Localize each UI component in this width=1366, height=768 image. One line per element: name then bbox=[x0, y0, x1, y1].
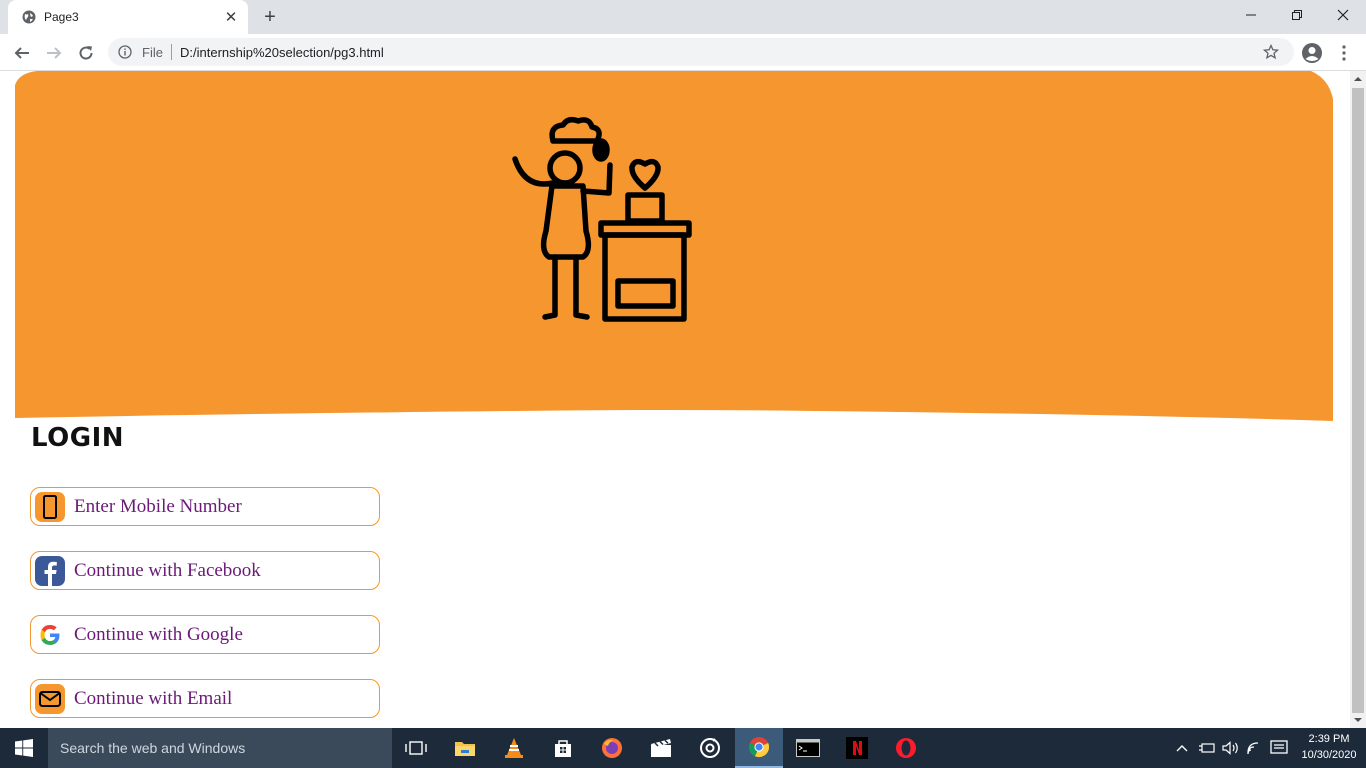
google-icon bbox=[40, 625, 60, 645]
windows-taskbar: Search the web and Windows 2:39 PM 10/30… bbox=[0, 728, 1366, 768]
task-view-button[interactable] bbox=[392, 728, 440, 768]
reload-button[interactable] bbox=[74, 41, 98, 65]
taskbar-clock[interactable]: 2:39 PM 10/30/2020 bbox=[1294, 731, 1364, 763]
facebook-login-button[interactable]: Continue with Facebook bbox=[30, 551, 380, 590]
reload-icon bbox=[79, 46, 93, 60]
netflix-taskbar-button[interactable] bbox=[833, 728, 881, 768]
power-tray-button[interactable] bbox=[1196, 728, 1218, 768]
login-heading: LOGIN bbox=[31, 423, 125, 453]
windows-logo-icon bbox=[15, 739, 33, 757]
browser-menu-button[interactable] bbox=[1334, 41, 1354, 65]
info-icon[interactable] bbox=[118, 45, 132, 59]
store-bag-icon bbox=[555, 740, 571, 757]
tab-close-button[interactable]: ✕ bbox=[222, 8, 240, 26]
window-restore-button[interactable] bbox=[1274, 0, 1320, 30]
scrollbar-thumb[interactable] bbox=[1352, 88, 1364, 713]
chevron-up-icon bbox=[1176, 745, 1188, 752]
google-login-label: Continue with Google bbox=[74, 624, 243, 645]
folder-icon bbox=[455, 742, 475, 756]
network-tray-button[interactable] bbox=[1244, 728, 1266, 768]
hero-banner bbox=[15, 71, 1333, 421]
scroll-up-arrow-icon[interactable] bbox=[1350, 71, 1366, 87]
address-bar[interactable]: File D:/internship%20selection/pg3.html bbox=[108, 38, 1294, 66]
close-icon bbox=[1337, 9, 1349, 21]
speaker-icon bbox=[1222, 741, 1238, 755]
vertical-scrollbar[interactable] bbox=[1350, 71, 1366, 728]
taskbar-search-placeholder: Search the web and Windows bbox=[60, 740, 246, 756]
google-login-button[interactable]: Continue with Google bbox=[30, 615, 380, 654]
wifi-icon bbox=[1247, 742, 1259, 755]
browser-toolbar: File D:/internship%20selection/pg3.html bbox=[0, 34, 1366, 71]
groove-music-icon bbox=[700, 738, 720, 758]
browser-tab[interactable]: Page3 ✕ bbox=[8, 0, 248, 34]
vlc-cone-icon bbox=[505, 738, 523, 758]
mobile-login-button[interactable]: Enter Mobile Number bbox=[30, 487, 380, 526]
bookmark-star-icon[interactable] bbox=[1263, 44, 1279, 60]
movies-taskbar-button[interactable] bbox=[637, 728, 685, 768]
action-center-button[interactable] bbox=[1268, 728, 1290, 768]
groove-music-taskbar-button[interactable] bbox=[686, 728, 734, 768]
opera-icon bbox=[896, 738, 916, 758]
page-viewport: LOGIN Enter Mobile Number Continue with … bbox=[0, 71, 1350, 728]
new-tab-button[interactable]: + bbox=[258, 6, 282, 28]
url-text[interactable]: D:/internship%20selection/pg3.html bbox=[180, 45, 384, 60]
window-minimize-button[interactable] bbox=[1228, 0, 1274, 30]
clock-time: 2:39 PM bbox=[1308, 733, 1350, 745]
firefox-taskbar-button[interactable] bbox=[588, 728, 636, 768]
url-scheme-label: File bbox=[142, 45, 163, 60]
globe-icon bbox=[22, 10, 36, 24]
command-prompt-icon bbox=[796, 739, 820, 757]
email-login-button[interactable]: Continue with Email bbox=[30, 679, 380, 718]
chrome-taskbar-button[interactable] bbox=[735, 728, 783, 768]
taskbar-search-box[interactable]: Search the web and Windows bbox=[48, 728, 392, 768]
tab-title: Page3 bbox=[44, 10, 79, 24]
window-close-button[interactable] bbox=[1320, 0, 1366, 30]
arrow-left-icon bbox=[14, 47, 29, 59]
battery-plug-icon bbox=[1199, 743, 1215, 753]
arrow-right-icon bbox=[47, 47, 62, 59]
netflix-icon bbox=[846, 737, 868, 759]
tab-strip: Page3 ✕ + bbox=[0, 0, 1366, 34]
restore-icon bbox=[1292, 10, 1302, 20]
file-explorer-taskbar-button[interactable] bbox=[441, 728, 489, 768]
forward-button[interactable] bbox=[42, 41, 66, 65]
minimize-icon bbox=[1246, 14, 1256, 16]
profile-avatar-icon[interactable] bbox=[1300, 41, 1324, 65]
facebook-icon bbox=[35, 556, 65, 586]
omnibox-divider bbox=[171, 44, 172, 60]
start-button[interactable] bbox=[0, 728, 48, 768]
kebab-menu-icon bbox=[1342, 45, 1346, 61]
chrome-icon bbox=[748, 737, 770, 758]
store-taskbar-button[interactable] bbox=[539, 728, 587, 768]
mobile-phone-icon bbox=[35, 492, 65, 522]
notification-icon bbox=[1270, 740, 1288, 754]
back-button[interactable] bbox=[10, 41, 34, 65]
mobile-login-label: Enter Mobile Number bbox=[74, 496, 242, 517]
facebook-login-label: Continue with Facebook bbox=[74, 560, 261, 581]
email-login-label: Continue with Email bbox=[74, 688, 233, 709]
hero-background bbox=[15, 71, 1333, 421]
opera-taskbar-button[interactable] bbox=[882, 728, 930, 768]
volume-tray-button[interactable] bbox=[1220, 728, 1242, 768]
scroll-down-arrow-icon[interactable] bbox=[1350, 712, 1366, 728]
clock-date: 10/30/2020 bbox=[1301, 749, 1357, 761]
vlc-taskbar-button[interactable] bbox=[490, 728, 538, 768]
email-icon bbox=[35, 684, 65, 714]
terminal-taskbar-button[interactable] bbox=[784, 728, 832, 768]
show-hidden-icons-button[interactable] bbox=[1172, 728, 1192, 768]
clapperboard-icon bbox=[651, 739, 671, 757]
firefox-icon bbox=[602, 738, 622, 758]
task-view-icon bbox=[405, 741, 427, 755]
